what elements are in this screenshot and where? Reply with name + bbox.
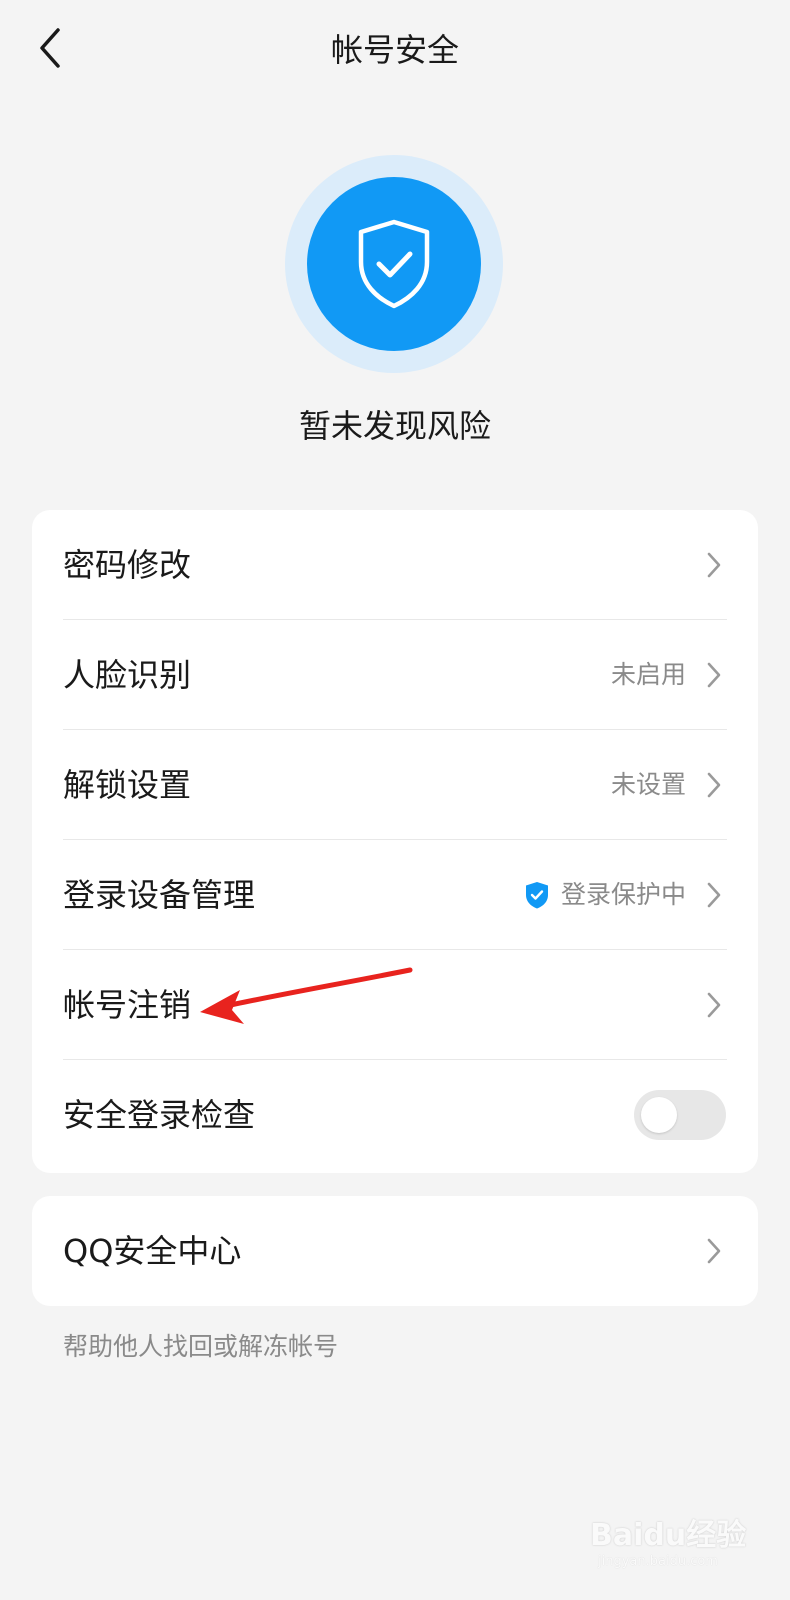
row-label: 人脸识别 (63, 656, 192, 694)
chevron-right-icon (707, 662, 721, 688)
row-account-deletion[interactable]: 帐号注销 (32, 950, 758, 1060)
row-unlock-settings[interactable]: 解锁设置 未设置 (32, 730, 758, 840)
baidu-watermark: Baidu经验 jingyan.baidu.com (590, 1510, 750, 1580)
qq-security-center-card: QQ安全中心 (32, 1196, 758, 1306)
row-password-change[interactable]: 密码修改 (32, 510, 758, 620)
chevron-right-icon (707, 992, 721, 1018)
navigation-bar: 帐号安全 (0, 0, 790, 100)
page-title: 帐号安全 (330, 31, 459, 69)
row-qq-security-center[interactable]: QQ安全中心 (32, 1196, 758, 1306)
row-value-protected: 登录保护中 (523, 878, 686, 912)
row-face-recognition[interactable]: 人脸识别 未启用 (32, 620, 758, 730)
security-settings-card: 密码修改 人脸识别 未启用 解锁设置 未设置 登录设备管理 登录保护中 帐号注销… (32, 510, 758, 1173)
chevron-right-icon (707, 552, 721, 578)
row-label: QQ安全中心 (63, 1232, 242, 1270)
help-others-recover-link[interactable]: 帮助他人找回或解冻帐号 (63, 1330, 338, 1364)
row-value-text: 登录保护中 (560, 880, 686, 909)
shield-check-icon (358, 219, 430, 309)
row-value: 未设置 (610, 770, 686, 799)
row-label: 解锁设置 (63, 766, 192, 804)
security-status-badge (285, 155, 503, 373)
toggle-knob (641, 1097, 677, 1133)
security-status-circle (307, 177, 481, 351)
chevron-right-icon (707, 882, 721, 908)
row-login-device-management[interactable]: 登录设备管理 登录保护中 (32, 840, 758, 950)
row-label: 登录设备管理 (63, 876, 256, 914)
security-status-text: 暂未发现风险 (298, 407, 491, 445)
row-secure-login-check: 安全登录检查 (32, 1060, 758, 1170)
chevron-right-icon (707, 772, 721, 798)
watermark-site: jingyan.baidu.com (598, 1554, 718, 1569)
row-label: 帐号注销 (63, 986, 192, 1024)
row-label: 安全登录检查 (63, 1096, 256, 1134)
chevron-right-icon (707, 1238, 721, 1264)
watermark-brand: Baidu经验 (590, 1518, 747, 1553)
row-value: 未启用 (610, 660, 686, 689)
secure-login-check-toggle[interactable] (634, 1090, 726, 1140)
row-label: 密码修改 (63, 546, 192, 584)
shield-check-icon (523, 880, 551, 910)
